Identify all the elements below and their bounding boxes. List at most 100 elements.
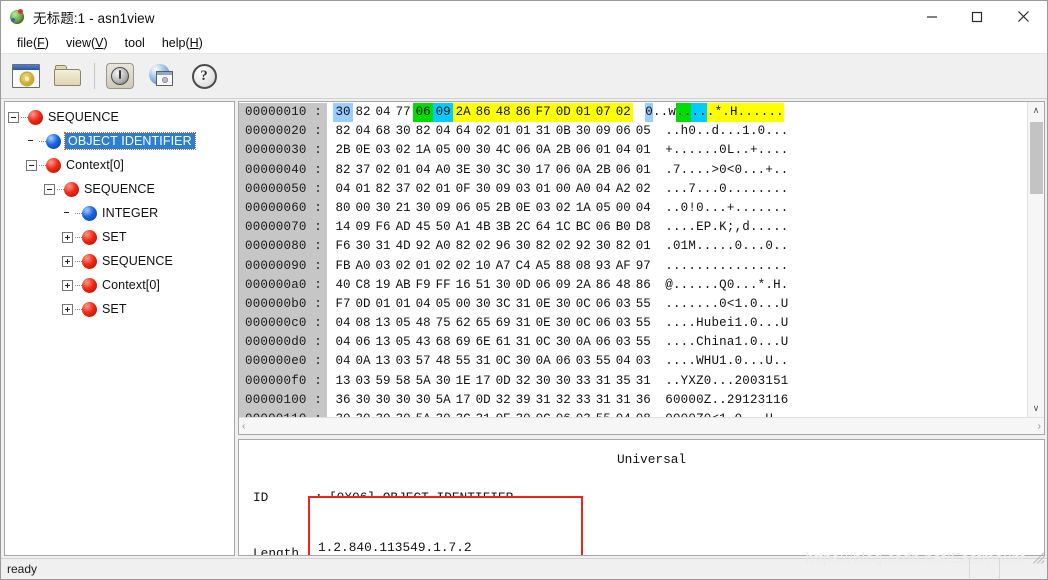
hex-byte[interactable]: 86	[633, 276, 653, 295]
hex-byte[interactable]: 02	[633, 180, 653, 199]
menu-view[interactable]: view(V)	[58, 34, 117, 52]
expand-icon[interactable]	[62, 231, 73, 243]
hex-byte[interactable]: 02	[393, 257, 413, 276]
hex-byte[interactable]: 0B	[553, 122, 573, 141]
hex-byte[interactable]: 32	[553, 391, 573, 410]
hex-byte[interactable]: 10	[473, 257, 493, 276]
hex-byte[interactable]: 30	[433, 410, 453, 417]
scroll-down-icon[interactable]: ∨	[1028, 400, 1045, 417]
hex-byte[interactable]: 31	[593, 391, 613, 410]
hex-byte[interactable]: 61	[493, 333, 513, 352]
expand-icon[interactable]	[62, 303, 73, 315]
hex-byte[interactable]: 30	[473, 180, 493, 199]
hex-byte[interactable]: 01	[353, 180, 373, 199]
hex-byte[interactable]: 39	[513, 391, 533, 410]
hex-byte[interactable]: 37	[353, 161, 373, 180]
hex-byte[interactable]: 3E	[453, 161, 473, 180]
hex-byte[interactable]: 55	[593, 352, 613, 371]
hex-byte[interactable]: 30	[413, 391, 433, 410]
hex-byte[interactable]: 30	[533, 372, 553, 391]
hex-byte[interactable]: F9	[413, 276, 433, 295]
hex-byte[interactable]: 1A	[413, 141, 433, 160]
hex-byte[interactable]: 03	[573, 410, 593, 417]
hex-byte[interactable]: AB	[393, 276, 413, 295]
hex-byte[interactable]: 37	[393, 180, 413, 199]
tree-item-context-0[interactable]: Context[0]	[8, 153, 234, 177]
hex-byte[interactable]: 08	[353, 314, 373, 333]
hex-byte[interactable]: 86	[473, 103, 494, 123]
tree-item-sequence[interactable]: SEQUENCE	[8, 177, 234, 201]
hex-byte[interactable]: 00	[453, 141, 473, 160]
hex-byte[interactable]: 65	[473, 314, 493, 333]
hex-byte[interactable]: A0	[433, 237, 453, 256]
menu-help[interactable]: help(H)	[154, 34, 212, 52]
tree-item-set[interactable]: SET	[8, 225, 234, 249]
hex-byte[interactable]: 0D	[553, 103, 574, 123]
hex-byte[interactable]: 82	[373, 180, 393, 199]
hex-byte[interactable]: 82	[353, 103, 373, 122]
hex-byte[interactable]: 30	[333, 410, 353, 417]
hex-byte[interactable]: 51	[473, 276, 493, 295]
hex-byte[interactable]: 2C	[513, 218, 533, 237]
hex-byte[interactable]: 40	[333, 276, 353, 295]
hex-byte[interactable]: 01	[393, 295, 413, 314]
hex-byte[interactable]: 0D	[513, 276, 533, 295]
hex-byte[interactable]: 55	[453, 352, 473, 371]
hex-byte[interactable]: 31	[513, 333, 533, 352]
hex-byte[interactable]: 68	[373, 122, 393, 141]
hex-byte[interactable]: 30	[493, 276, 513, 295]
hex-byte[interactable]: D8	[633, 218, 653, 237]
scroll-right-icon[interactable]: ›	[1038, 421, 1041, 432]
hex-byte[interactable]: 69	[493, 314, 513, 333]
hex-byte[interactable]: 06	[353, 333, 373, 352]
hex-byte[interactable]: 5A	[413, 372, 433, 391]
hex-byte[interactable]: 57	[413, 352, 433, 371]
hex-byte[interactable]: 80	[333, 199, 353, 218]
hex-byte[interactable]: 03	[613, 314, 633, 333]
hex-byte[interactable]: 30	[553, 314, 573, 333]
hex-byte[interactable]: 09	[433, 199, 453, 218]
hex-byte[interactable]: 3C	[453, 410, 473, 417]
hex-byte[interactable]: 09	[593, 122, 613, 141]
hex-byte[interactable]: 04	[613, 352, 633, 371]
hex-byte[interactable]: 01	[573, 103, 594, 123]
hex-byte[interactable]: 0A	[573, 333, 593, 352]
hex-byte[interactable]: 88	[553, 257, 573, 276]
hex-byte[interactable]: 68	[433, 333, 453, 352]
hex-byte[interactable]: AF	[613, 257, 633, 276]
scroll-up-icon[interactable]: ∧	[1028, 102, 1045, 119]
hex-byte[interactable]: 06	[553, 352, 573, 371]
hex-byte[interactable]: 31	[613, 391, 633, 410]
hex-byte[interactable]: C4	[513, 257, 533, 276]
hex-byte[interactable]: 55	[633, 295, 653, 314]
hex-byte[interactable]: 86	[513, 103, 534, 123]
hex-byte[interactable]: A5	[533, 257, 553, 276]
hex-byte[interactable]: 0E	[493, 410, 513, 417]
hex-byte[interactable]: 30	[393, 122, 413, 141]
hex-byte[interactable]: 30	[373, 410, 393, 417]
hex-byte[interactable]: 02	[433, 257, 453, 276]
hex-byte[interactable]: 04	[333, 180, 353, 199]
hex-byte[interactable]: A0	[573, 180, 593, 199]
collapse-icon[interactable]	[44, 183, 55, 195]
hex-byte[interactable]: 06	[593, 333, 613, 352]
hex-byte[interactable]: 0A	[533, 141, 553, 160]
hex-byte[interactable]: 3C	[493, 161, 513, 180]
hex-byte[interactable]: 01	[533, 180, 553, 199]
hex-byte[interactable]: BC	[573, 218, 593, 237]
hex-byte[interactable]: 04	[633, 199, 653, 218]
tree-item-object-identifier[interactable]: OBJECT IDENTIFIER	[8, 129, 234, 153]
hex-byte[interactable]: 30	[473, 161, 493, 180]
hex-byte[interactable]: 31	[633, 372, 653, 391]
hex-byte[interactable]: 48	[413, 314, 433, 333]
tree-item-sequence[interactable]: SEQUENCE	[8, 105, 234, 129]
hex-byte[interactable]: 05	[393, 333, 413, 352]
hex-horizontal-scrollbar[interactable]: ‹ ›	[239, 417, 1044, 434]
hex-byte[interactable]: 30	[373, 199, 393, 218]
hex-byte[interactable]: 45	[413, 218, 433, 237]
hex-byte[interactable]: 04	[333, 314, 353, 333]
hex-byte[interactable]: 05	[393, 314, 413, 333]
collapse-icon[interactable]	[26, 159, 37, 171]
hex-byte[interactable]: 93	[593, 257, 613, 276]
hex-byte[interactable]: 06	[553, 161, 573, 180]
